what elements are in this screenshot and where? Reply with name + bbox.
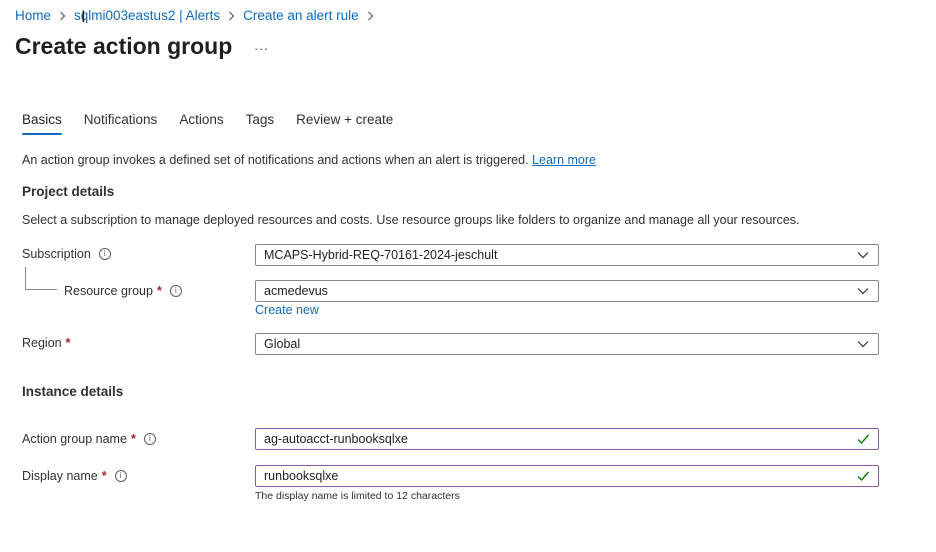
breadcrumb-home[interactable]: Home bbox=[15, 8, 51, 23]
intro-text: An action group invokes a defined set of… bbox=[22, 153, 596, 167]
project-details-heading: Project details bbox=[22, 184, 115, 199]
chevron-down-icon bbox=[857, 341, 869, 348]
region-value: Global bbox=[264, 337, 301, 351]
display-name-hint: The display name is limited to 12 charac… bbox=[255, 490, 460, 502]
checkmark-icon bbox=[857, 434, 870, 445]
display-name-label-row: Display name * i bbox=[22, 469, 127, 483]
tab-basics[interactable]: Basics bbox=[22, 112, 62, 135]
info-icon[interactable]: i bbox=[169, 285, 182, 297]
tab-tags[interactable]: Tags bbox=[246, 112, 275, 135]
create-new-resource-group-link[interactable]: Create new bbox=[255, 303, 319, 317]
create-action-group-page: Home sqlmi003eastus2 | Alerts Create an … bbox=[0, 0, 936, 552]
display-name-label: Display name bbox=[22, 469, 98, 483]
resource-group-label: Resource group bbox=[64, 284, 153, 298]
display-name-input[interactable]: runbooksqlxe bbox=[255, 465, 879, 487]
subscription-label: Subscription bbox=[22, 247, 91, 261]
title-row: Create action group ... bbox=[15, 33, 269, 60]
subscription-label-row: Subscription i bbox=[22, 247, 111, 261]
action-group-name-input[interactable]: ag-autoacct-runbooksqlxe bbox=[255, 428, 879, 450]
subscription-value: MCAPS-Hybrid-REQ-70161-2024-jeschult bbox=[264, 248, 498, 262]
display-name-value: runbooksqlxe bbox=[264, 469, 339, 483]
resource-group-dropdown[interactable]: acmedevus bbox=[255, 280, 879, 302]
info-icon[interactable]: i bbox=[98, 248, 111, 260]
region-label-row: Region * bbox=[22, 336, 71, 350]
required-indicator: * bbox=[156, 284, 162, 298]
breadcrumb: Home sqlmi003eastus2 | Alerts Create an … bbox=[15, 8, 382, 23]
required-indicator: * bbox=[101, 469, 107, 483]
page-title: Create action group bbox=[15, 33, 233, 59]
tab-notifications[interactable]: Notifications bbox=[84, 112, 158, 135]
action-group-name-label: Action group name bbox=[22, 432, 127, 446]
chevron-down-icon bbox=[857, 252, 869, 259]
resource-group-value: acmedevus bbox=[264, 284, 328, 298]
action-group-name-value: ag-autoacct-runbooksqlxe bbox=[264, 432, 408, 446]
required-indicator: * bbox=[130, 432, 136, 446]
info-icon[interactable]: i bbox=[143, 433, 156, 445]
text-cursor-icon: I bbox=[81, 7, 86, 26]
tab-review-create[interactable]: Review + create bbox=[296, 112, 393, 135]
info-icon[interactable]: i bbox=[114, 470, 127, 482]
checkmark-icon bbox=[857, 471, 870, 482]
chevron-down-icon bbox=[857, 288, 869, 295]
more-options-button[interactable]: ... bbox=[254, 37, 269, 53]
tab-actions[interactable]: Actions bbox=[179, 112, 223, 135]
learn-more-link[interactable]: Learn more bbox=[532, 153, 596, 167]
required-indicator: * bbox=[65, 336, 71, 350]
region-label: Region bbox=[22, 336, 62, 350]
subscription-dropdown[interactable]: MCAPS-Hybrid-REQ-70161-2024-jeschult bbox=[255, 244, 879, 266]
intro-description: An action group invokes a defined set of… bbox=[22, 153, 529, 167]
chevron-right-icon bbox=[59, 11, 66, 21]
region-dropdown[interactable]: Global bbox=[255, 333, 879, 355]
action-group-name-label-row: Action group name * i bbox=[22, 432, 156, 446]
instance-details-heading: Instance details bbox=[22, 384, 124, 399]
breadcrumb-create-alert-rule[interactable]: Create an alert rule bbox=[243, 8, 359, 23]
breadcrumb-alerts[interactable]: sqlmi003eastus2 | Alerts bbox=[74, 8, 220, 23]
tree-connector bbox=[25, 267, 57, 290]
project-details-description: Select a subscription to manage deployed… bbox=[22, 213, 800, 227]
chevron-right-icon bbox=[367, 11, 374, 21]
tab-bar: Basics Notifications Actions Tags Review… bbox=[22, 112, 415, 135]
resource-group-label-row: Resource group * i bbox=[64, 284, 182, 298]
chevron-right-icon bbox=[228, 11, 235, 21]
